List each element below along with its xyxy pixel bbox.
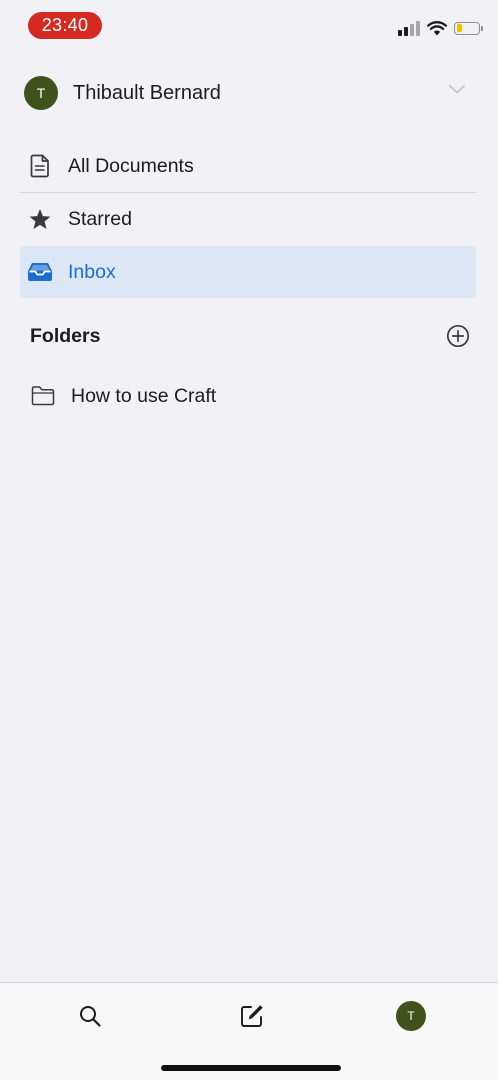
search-button[interactable] [68, 999, 112, 1033]
inbox-tray-icon [20, 262, 60, 282]
chevron-down-icon[interactable] [448, 84, 466, 95]
status-bar: 23:40 [0, 0, 498, 52]
avatar: T [24, 76, 58, 110]
status-icons [398, 18, 483, 38]
nav-item-label: All Documents [68, 154, 194, 177]
nav-item-label: Inbox [68, 260, 116, 283]
account-name: Thibault Bernard [73, 81, 221, 104]
folder-label: How to use Craft [71, 384, 217, 407]
profile-button[interactable]: T [389, 999, 433, 1033]
avatar: T [396, 1001, 426, 1031]
home-indicator [161, 1065, 341, 1071]
nav-item-inbox[interactable]: Inbox [20, 246, 476, 298]
cellular-signal-icon [398, 20, 420, 36]
account-switcher[interactable]: T Thibault Bernard [20, 72, 476, 114]
nav-item-starred[interactable]: Starred [20, 193, 476, 245]
battery-icon [454, 21, 483, 35]
folders-section-header: Folders [30, 322, 470, 350]
folder-icon [31, 386, 55, 406]
document-icon [20, 154, 60, 178]
plus-circle-icon[interactable] [446, 324, 470, 348]
folders-title: Folders [30, 324, 101, 347]
folder-item-how-to-use-craft[interactable]: How to use Craft [30, 381, 216, 411]
search-icon [80, 1006, 101, 1027]
compose-icon [241, 1005, 263, 1027]
status-time: 23:40 [28, 12, 102, 39]
wifi-icon [427, 20, 447, 35]
star-icon [20, 208, 60, 231]
nav-item-label: Starred [68, 207, 132, 230]
nav-item-all-documents[interactable]: All Documents [20, 140, 476, 192]
compose-button[interactable] [230, 999, 274, 1033]
